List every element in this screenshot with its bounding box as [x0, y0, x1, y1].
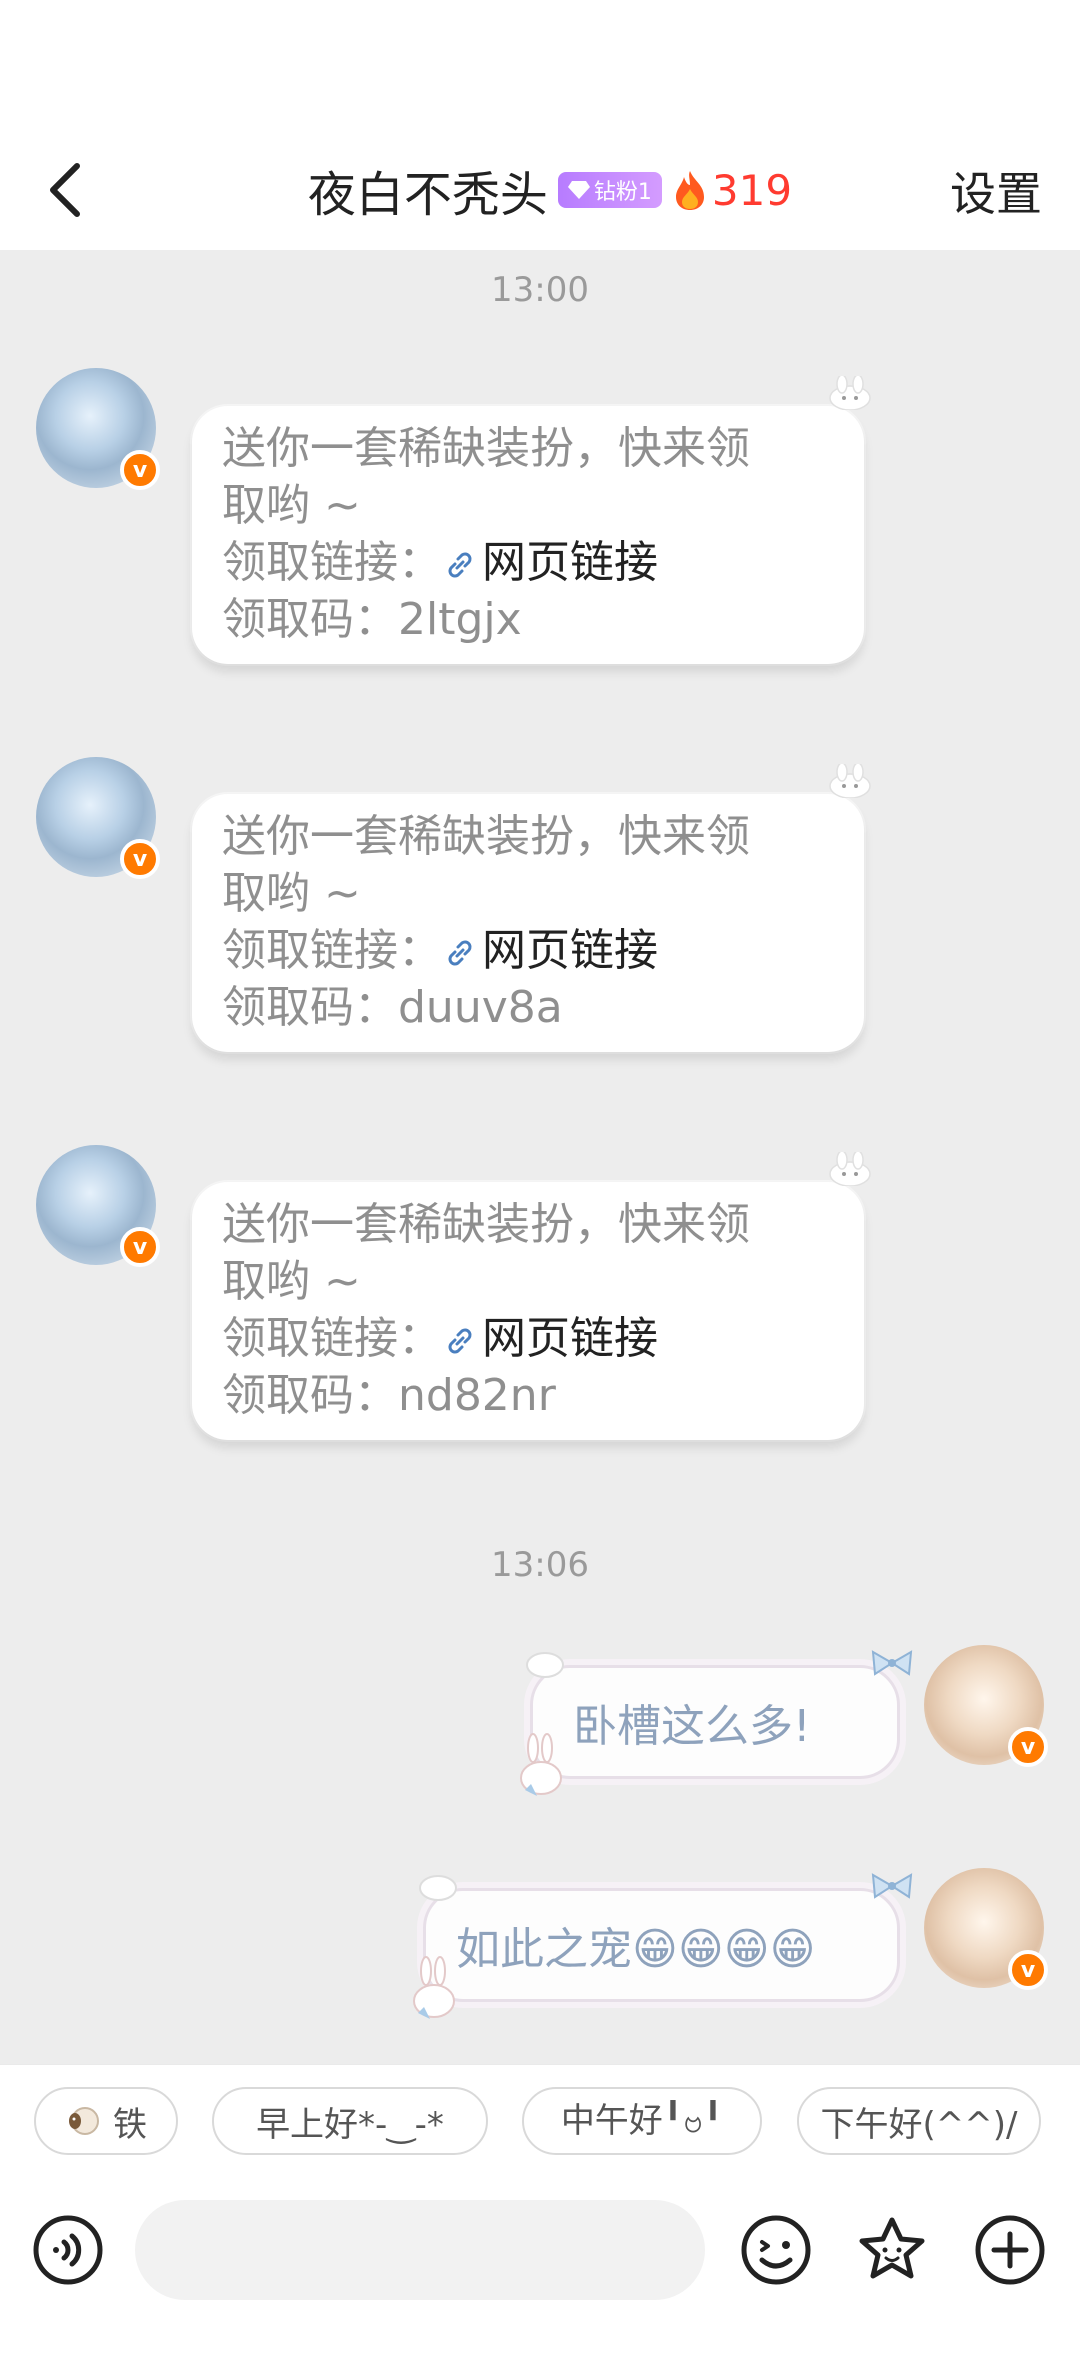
rabbit-decoration-icon — [520, 1733, 562, 1796]
chat-header: 夜白不秃头 钻粉1 319 设置 — [0, 130, 1080, 250]
input-bar — [0, 2174, 1080, 2374]
gift-text-line-2: 取哟 ~ — [222, 480, 361, 531]
sheep-icon — [69, 2107, 99, 2135]
gift-message-bubble[interactable]: 送你一套稀缺装扮，快来领 取哟 ~ 领取链接： 网页链接 领取码：nd82nr — [192, 1152, 871, 1440]
gift-link-line: 领取链接： 网页链接 — [222, 1310, 834, 1367]
gift-link-line: 领取链接： 网页链接 — [222, 534, 834, 591]
web-link-text: 网页链接 — [482, 1313, 658, 1364]
gift-message-bubble[interactable]: 送你一套稀缺装扮，快来领 取哟 ~ 领取链接： 网页链接 领取码：duuv8a — [192, 764, 871, 1052]
sender-avatar[interactable]: v — [36, 757, 160, 879]
quick-reply-label: 铁 — [113, 2104, 147, 2145]
my-message-text: 如此之宠😁😁😁😁 — [456, 1924, 816, 1975]
timestamp: 13:06 — [491, 1545, 589, 1585]
fire-icon — [675, 171, 704, 210]
bunny-ears-icon — [829, 376, 871, 410]
my-avatar[interactable]: v — [924, 1868, 1048, 1990]
gift-text-line-2: 取哟 ~ — [222, 1256, 361, 1307]
quick-reply-label: 中午好╹ဗ╹ — [560, 2101, 724, 2141]
quick-reply-chip[interactable]: 早上好*-‿-* — [212, 2087, 488, 2155]
title-area: 夜白不秃头 钻粉1 319 — [0, 130, 1080, 250]
bunny-ears-icon — [829, 764, 871, 798]
gift-link-prefix: 领取链接： — [222, 537, 442, 588]
gift-link-prefix: 领取链接： — [222, 925, 442, 976]
gift-link-prefix: 领取链接： — [222, 1313, 442, 1364]
pearl-decoration-icon — [526, 1652, 564, 1678]
quick-reply-label: 早上好*-‿-* — [256, 2104, 444, 2145]
link-icon — [448, 552, 472, 578]
verified-badge: v — [120, 839, 160, 879]
message-input[interactable] — [135, 2200, 705, 2300]
gift-code-line: 领取码：duuv8a — [222, 982, 563, 1033]
quick-reply-chip[interactable]: 铁 — [34, 2087, 178, 2155]
fire-streak: 319 — [672, 166, 792, 215]
web-link[interactable]: 网页链接 — [442, 925, 658, 976]
bow-decoration-icon — [871, 1650, 913, 1676]
my-message-bubble[interactable]: 卧槽这么多! — [520, 1650, 913, 1796]
quick-reply-chip[interactable]: 下午好(^^)/ — [797, 2087, 1041, 2155]
timestamp: 13:00 — [491, 270, 589, 310]
rabbit-decoration-icon — [413, 1956, 455, 2019]
more-button[interactable] — [974, 2214, 1046, 2286]
settings-button[interactable]: 设置 — [950, 158, 1042, 224]
quick-reply-label: 下午好(^^)/ — [820, 2104, 1018, 2145]
link-icon — [448, 940, 472, 966]
web-link-text: 网页链接 — [482, 537, 658, 588]
voice-icon — [33, 2215, 103, 2285]
fire-count: 319 — [711, 165, 793, 215]
gift-code-line: 领取码：nd82nr — [222, 1370, 556, 1421]
emoji-icon — [741, 2215, 811, 2285]
pearl-decoration-icon — [419, 1875, 457, 1901]
my-avatar[interactable]: v — [924, 1645, 1048, 1767]
bunny-ears-icon — [829, 1152, 871, 1186]
quick-reply-chip[interactable]: 中午好╹ဗ╹ — [522, 2087, 762, 2155]
emoji-button[interactable] — [740, 2214, 812, 2286]
plus-icon — [975, 2215, 1045, 2285]
my-message-text: 卧槽这么多! — [573, 1701, 811, 1752]
gift-message-bubble[interactable]: 送你一套稀缺装扮，快来领 取哟 ~ 领取链接： 网页链接 领取码：2ltgjx — [192, 376, 871, 664]
sender-avatar[interactable]: v — [36, 368, 160, 490]
favorite-sticker-button[interactable] — [856, 2214, 928, 2286]
gift-text-line-1: 送你一套稀缺装扮，快来领 — [222, 423, 750, 474]
web-link[interactable]: 网页链接 — [442, 537, 658, 588]
star-icon — [859, 2217, 925, 2279]
gift-text-line-1: 送你一套稀缺装扮，快来领 — [222, 1199, 750, 1250]
verified-badge: v — [120, 1227, 160, 1267]
my-message-bubble[interactable]: 如此之宠😁😁😁😁 — [413, 1873, 913, 2019]
web-link-text: 网页链接 — [482, 925, 658, 976]
fan-level-badge: 钻粉1 — [557, 172, 662, 208]
diamond-icon — [567, 181, 590, 199]
gift-text-line-1: 送你一套稀缺装扮，快来领 — [222, 811, 750, 862]
bow-decoration-icon — [871, 1873, 913, 1899]
sender-avatar[interactable]: v — [36, 1145, 160, 1267]
link-icon — [448, 1328, 472, 1354]
gift-text-line-2: 取哟 ~ — [222, 868, 361, 919]
verified-badge: v — [120, 450, 160, 490]
quick-reply-bar: 铁 早上好*-‿-* 中午好╹ဗ╹ 下午好(^^)/ — [0, 2064, 1080, 2174]
gift-link-line: 领取链接： 网页链接 — [222, 922, 834, 979]
voice-button[interactable] — [32, 2214, 104, 2286]
gift-code-line: 领取码：2ltgjx — [222, 594, 522, 645]
web-link[interactable]: 网页链接 — [442, 1313, 658, 1364]
verified-badge: v — [1008, 1950, 1048, 1990]
fan-level-label: 钻粉1 — [593, 180, 652, 205]
status-bar — [0, 0, 1080, 130]
verified-badge: v — [1008, 1727, 1048, 1767]
chat-title: 夜白不秃头 — [307, 167, 548, 223]
